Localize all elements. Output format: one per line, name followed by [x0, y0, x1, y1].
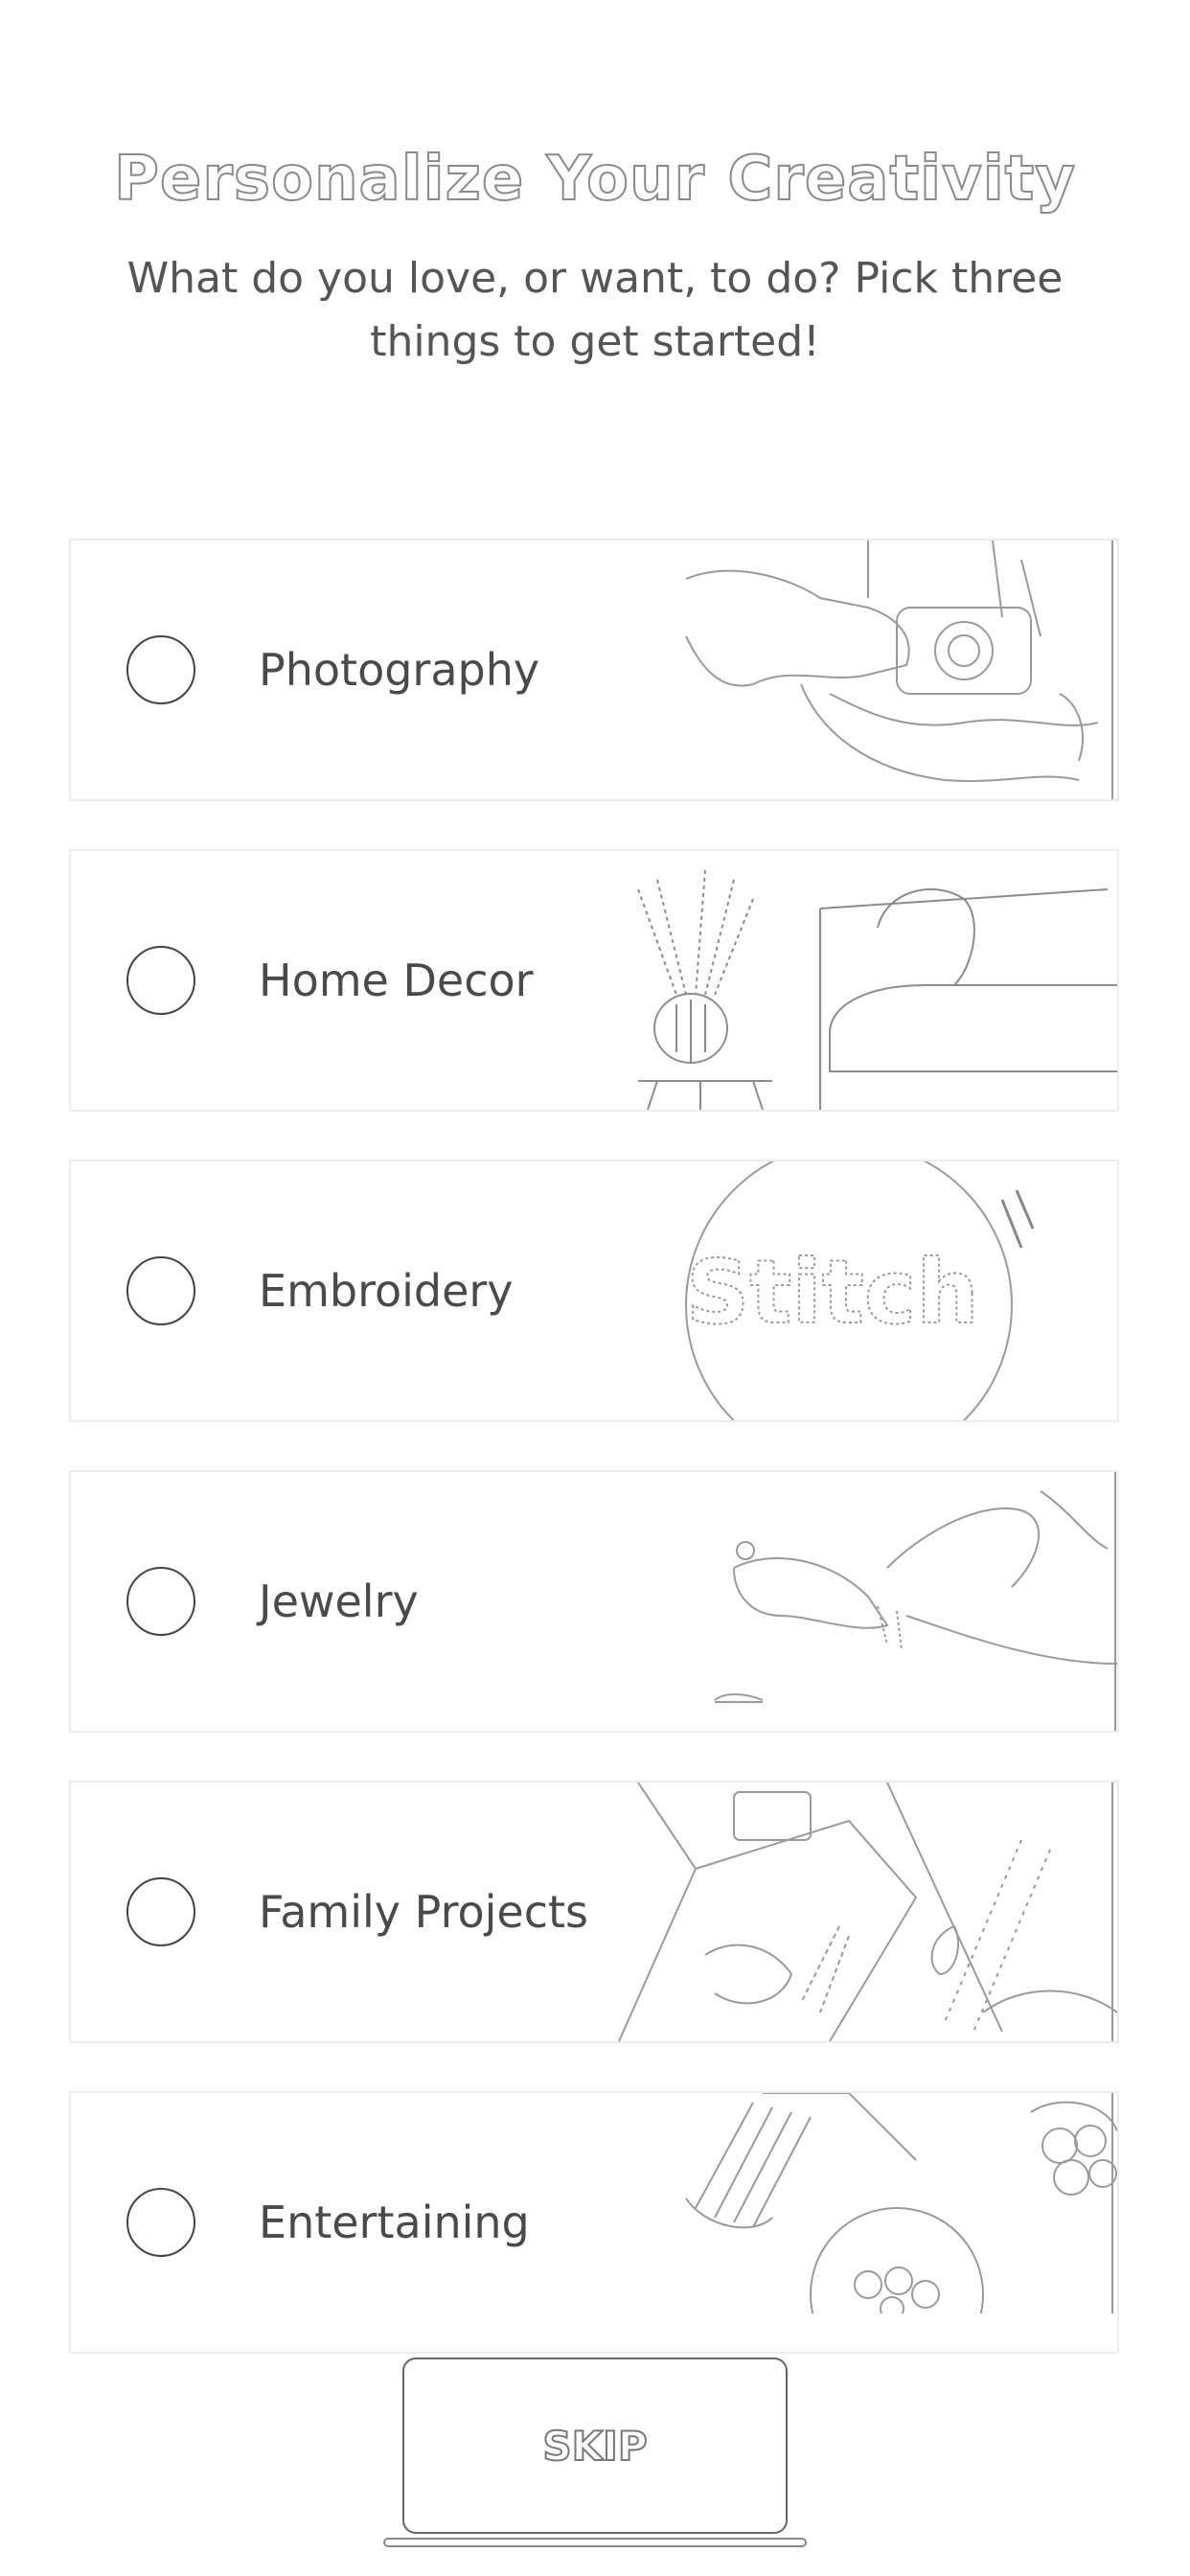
jewelry-hands-image: [696, 1472, 1117, 1731]
skip-button[interactable]: SKIP: [402, 2358, 788, 2534]
category-card-family-projects[interactable]: Family Projects: [69, 1781, 1119, 2043]
category-label: Family Projects: [259, 1886, 588, 1938]
embroidery-hoop-image: Stitch: [676, 1162, 1117, 1420]
radio-button[interactable]: [126, 1256, 195, 1325]
header: Personalize Your Creativity What do you …: [0, 143, 1190, 374]
category-card-home-decor[interactable]: Home Decor: [69, 849, 1119, 1112]
category-label: Entertaining: [259, 2196, 530, 2248]
category-card-jewelry[interactable]: Jewelry: [69, 1470, 1119, 1733]
category-card-embroidery[interactable]: Embroidery Stitch: [69, 1160, 1119, 1422]
vase-sofa-image: [619, 851, 1117, 1110]
camera-hands-image: [676, 540, 1117, 799]
page-subtitle: What do you love, or want, to do? Pick t…: [126, 254, 1064, 366]
radio-button[interactable]: [126, 1567, 195, 1636]
category-label: Embroidery: [259, 1265, 514, 1317]
craft-table-image: [600, 1782, 1117, 2041]
radio-button[interactable]: [126, 1877, 195, 1946]
category-label: Home Decor: [259, 954, 534, 1006]
food-platter-image: [676, 2093, 1117, 2352]
category-card-photography[interactable]: Photography: [69, 539, 1119, 801]
radio-button[interactable]: [126, 946, 195, 1015]
skip-button-shadow: [383, 2538, 807, 2547]
skip-label: SKIP: [541, 2422, 648, 2471]
radio-button[interactable]: [126, 635, 195, 704]
page-title: Personalize Your Creativity: [113, 143, 1076, 216]
category-card-entertaining[interactable]: Entertaining: [69, 2091, 1119, 2354]
embroidery-art-text: Stitch: [686, 1241, 979, 1344]
category-label: Photography: [259, 644, 540, 696]
category-label: Jewelry: [259, 1576, 419, 1627]
radio-button[interactable]: [126, 2188, 195, 2257]
